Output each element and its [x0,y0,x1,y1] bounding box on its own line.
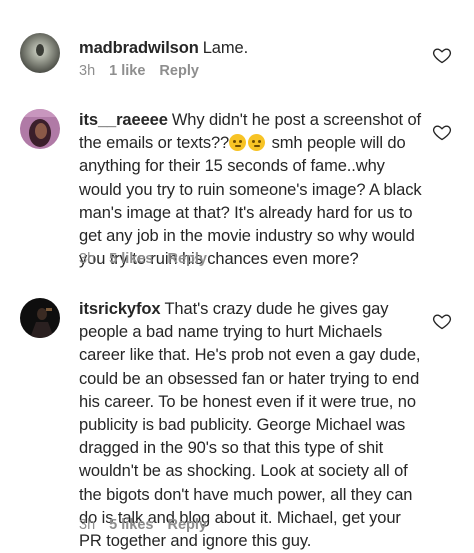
comment-meta: 3h 5 likes Reply [79,517,207,533]
comment-likes[interactable]: 5 likes [109,517,153,533]
thinking-face-icon [229,134,247,152]
comment-text: its__raeeee Why didn't he post a screensh… [79,109,427,271]
reply-button[interactable]: Reply [159,63,199,79]
comment-text: itsrickyfox That's crazy dude he gives ga… [79,298,427,553]
thinking-face-icon [248,134,266,152]
comment-time: 3h [79,63,96,79]
comment-time: 3h [79,251,96,267]
avatar-image [20,109,60,149]
comment-username[interactable]: itsrickyfox [79,300,161,318]
avatar[interactable] [20,33,60,73]
reply-button[interactable]: Reply [167,517,207,533]
comment-body: That's crazy dude he gives gay people a … [79,300,421,551]
comment-username[interactable]: its__raeeee [79,111,168,129]
heart-icon[interactable] [432,311,452,331]
heart-icon[interactable] [432,45,452,65]
comment-likes[interactable]: 5 likes [109,251,153,267]
avatar-image [20,298,60,338]
avatar-image [20,33,60,73]
comment-meta: 3h 5 likes Reply [79,251,207,267]
avatar[interactable] [20,298,60,338]
heart-icon[interactable] [432,122,452,142]
comment-username[interactable]: madbradwilson [79,39,199,57]
comment-body: smh people will do anything for their 15… [79,134,422,269]
avatar[interactable] [20,109,60,149]
comment-text: madbradwilson Lame. [79,37,427,60]
comment-body: Lame. [202,39,249,57]
comment-likes[interactable]: 1 like [109,63,145,79]
reply-button[interactable]: Reply [167,251,207,267]
comment-meta: 3h 1 like Reply [79,63,199,79]
comment-time: 3h [79,517,96,533]
